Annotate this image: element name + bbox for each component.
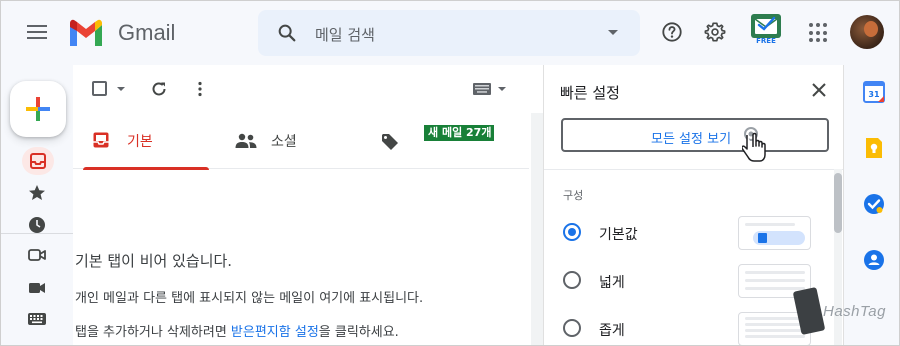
- contacts-icon[interactable]: [863, 249, 885, 271]
- gmail-window: Gmail 메일 검색 FREE 기본 소셜 새 메일 27개 기본 탭이 비어…: [0, 0, 900, 346]
- active-tab-indicator: [83, 167, 209, 170]
- gear-icon[interactable]: [704, 21, 726, 43]
- search-input[interactable]: 메일 검색: [315, 24, 375, 45]
- option-label: 넓게: [599, 275, 625, 291]
- see-all-settings-label: 모든 설정 보기: [651, 132, 732, 147]
- radio-button[interactable]: [563, 223, 581, 241]
- list-toolbar: [73, 65, 543, 113]
- calendar-icon[interactable]: 31: [863, 81, 885, 103]
- hand-pointer-cursor-icon: [742, 127, 766, 162]
- radio-button[interactable]: [563, 319, 581, 337]
- density-section-label: 구성: [563, 189, 584, 202]
- inbox-icon: [30, 153, 46, 169]
- video-icon[interactable]: [27, 278, 47, 298]
- doc-icon: [758, 233, 767, 243]
- option-label: 좁게: [599, 323, 625, 339]
- radio-button[interactable]: [563, 271, 581, 289]
- top-bar: Gmail 메일 검색 FREE: [1, 1, 899, 65]
- people-icon: [235, 133, 257, 148]
- inbox-settings-link[interactable]: 받은편지함 설정: [231, 325, 319, 340]
- search-icon[interactable]: [276, 22, 298, 44]
- avatar[interactable]: [850, 15, 884, 49]
- empty-state-description: 개인 메일과 다른 탭에 표시되지 않는 메일이 여기에 표시됩니다.: [75, 291, 424, 306]
- select-chevron-down-icon[interactable]: [117, 87, 125, 91]
- clock-icon[interactable]: [27, 215, 47, 235]
- plus-icon: [26, 97, 50, 121]
- star-icon[interactable]: [27, 183, 47, 203]
- compose-button[interactable]: [10, 81, 66, 137]
- tab-promotions[interactable]: 새 메일 27개: [369, 113, 529, 169]
- tab-social[interactable]: 소셜: [223, 113, 363, 169]
- new-meeting-icon[interactable]: [27, 245, 47, 265]
- new-mail-badge: 새 메일 27개: [424, 125, 494, 141]
- help-icon[interactable]: [661, 21, 683, 43]
- keyboard-icon[interactable]: [27, 309, 47, 329]
- density-option-comfortable[interactable]: 넓게: [563, 264, 823, 298]
- inbox-icon: [93, 132, 109, 148]
- watermark-tag-icon: [792, 286, 826, 336]
- tag-icon: [382, 134, 398, 150]
- extension-badge: FREE: [756, 37, 776, 45]
- hint-text: 탭을 추가하거나 삭제하려면: [75, 325, 231, 340]
- main-menu-icon[interactable]: [23, 21, 51, 45]
- panel-divider: [544, 169, 844, 170]
- hint-text: 을 클릭하세요.: [318, 325, 399, 340]
- tasks-icon[interactable]: [863, 193, 885, 215]
- message-list: 기본 소셜 새 메일 27개 기본 탭이 비어 있습니다. 개인 메일과 다른 …: [73, 65, 543, 345]
- watermark: HashTag: [792, 286, 899, 337]
- option-label: 기본값: [599, 227, 638, 243]
- extension-icon[interactable]: FREE: [749, 14, 783, 50]
- tab-label: 소셜: [271, 134, 297, 150]
- refresh-icon[interactable]: [150, 80, 168, 98]
- density-default-preview: [738, 216, 811, 250]
- brand-name: Gmail: [118, 20, 176, 45]
- see-all-settings-button[interactable]: 모든 설정 보기: [561, 118, 829, 152]
- category-tabs: 기본 소셜 새 메일 27개: [73, 113, 529, 170]
- keep-icon[interactable]: [863, 137, 885, 159]
- density-option-compact[interactable]: 좁게: [563, 312, 823, 345]
- tab-primary[interactable]: 기본: [73, 113, 209, 170]
- svg-text:31: 31: [868, 90, 880, 99]
- input-tools-keyboard-icon[interactable]: [473, 83, 491, 95]
- list-scrollbar[interactable]: [531, 113, 543, 345]
- inbox-nav-item[interactable]: [22, 147, 54, 175]
- density-option-default[interactable]: 기본값: [563, 216, 823, 250]
- quick-settings-title: 빠른 설정: [560, 84, 620, 102]
- apps-grid-icon[interactable]: [809, 23, 829, 43]
- search-bar[interactable]: 메일 검색: [258, 10, 640, 56]
- input-tools-chevron-down-icon[interactable]: [498, 87, 506, 91]
- empty-state-title: 기본 탭이 비어 있습니다.: [75, 252, 233, 270]
- gmail-logo-icon[interactable]: [67, 18, 105, 48]
- rail-divider: [1, 233, 73, 234]
- mail-check-icon: [751, 14, 781, 38]
- tab-label: 기본: [127, 134, 153, 150]
- empty-state-hint: 탭을 추가하거나 삭제하려면 받은편지함 설정을 클릭하세요.: [75, 321, 399, 340]
- watermark-text: HashTag: [823, 303, 886, 320]
- search-options-chevron-down-icon[interactable]: [608, 30, 618, 35]
- close-icon[interactable]: [810, 81, 828, 99]
- select-all-checkbox[interactable]: [92, 81, 107, 96]
- more-vert-icon[interactable]: [191, 80, 209, 98]
